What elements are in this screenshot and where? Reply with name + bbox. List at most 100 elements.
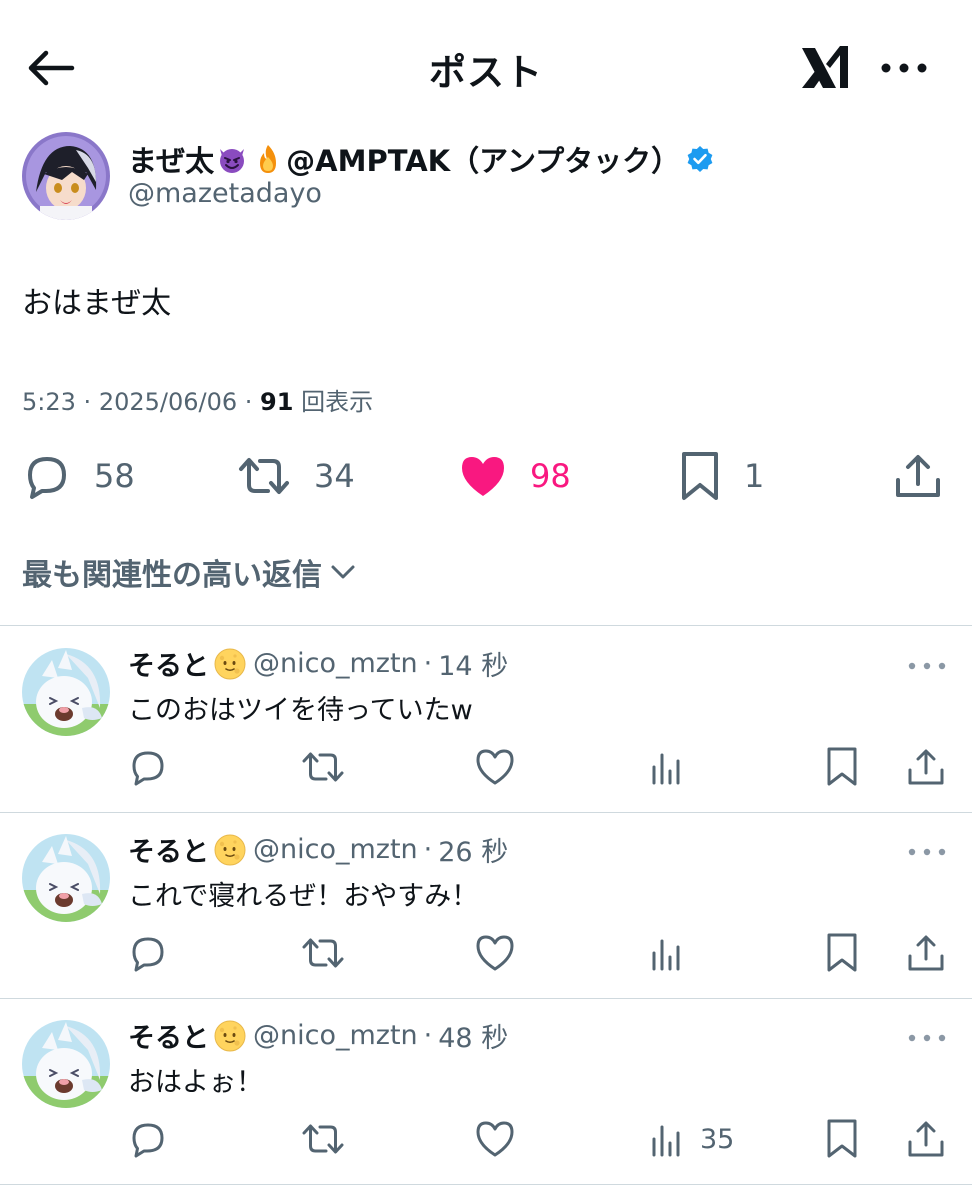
share-icon [906, 746, 946, 788]
reply-header: そると @nico_mztn · 26 秒 [128, 830, 508, 869]
reply-author-name[interactable]: そると [128, 830, 209, 869]
heart-outline-icon [474, 933, 516, 973]
like-count: 98 [530, 457, 571, 495]
reply-views-button[interactable] [650, 932, 700, 974]
repost-icon [300, 933, 346, 973]
views-chart-icon [650, 1119, 686, 1159]
reply-more-icon[interactable] [904, 654, 950, 678]
reply-repost-button[interactable] [300, 746, 346, 788]
reply-more-icon[interactable] [904, 840, 950, 864]
reply-timestamp[interactable]: 48 秒 [438, 1016, 508, 1055]
reply-author-handle[interactable]: @nico_mztn [253, 1020, 418, 1051]
reply-avatar[interactable] [22, 834, 110, 922]
reply-header: そると @nico_mztn · 14 秒 [128, 644, 508, 683]
bookmark-button[interactable]: 1 [678, 448, 764, 504]
meta-separator: · [244, 388, 261, 416]
reply-item[interactable]: そると @nico_mztn · 26 秒 これで寝れるぜ！おやすみ！ [0, 812, 972, 998]
reply-timestamp[interactable]: 14 秒 [438, 644, 508, 683]
reply-count: 58 [94, 457, 135, 495]
reply-dot-separator: · [423, 1020, 433, 1051]
repost-count: 34 [314, 457, 355, 495]
reply-views-button[interactable] [650, 746, 700, 788]
reply-bookmark-button[interactable] [824, 932, 860, 974]
heart-outline-icon [474, 1119, 516, 1159]
views-count: 91 [260, 388, 294, 416]
reply-like-button[interactable] [474, 932, 516, 974]
sort-label: 最も関連性の高い返信 [22, 558, 322, 593]
reply-author-handle[interactable]: @nico_mztn [253, 648, 418, 679]
repost-button[interactable]: 34 [236, 448, 355, 504]
verified-badge-icon [686, 145, 714, 173]
reply-bookmark-button[interactable] [824, 1118, 860, 1160]
reply-text: このおはツイを待っていたw [128, 695, 473, 726]
post-meta: 5:23 · 2025/06/06 · 91 回表示 [22, 382, 373, 417]
reply-dot-separator: · [423, 648, 433, 679]
bookmark-count: 1 [744, 457, 765, 495]
reply-actions [0, 924, 972, 980]
grok-icon[interactable] [796, 38, 854, 96]
moon-face-emoji-icon [213, 1019, 247, 1053]
like-button[interactable]: 98 [458, 448, 571, 504]
reply-like-button[interactable] [474, 1118, 516, 1160]
reply-author-name[interactable]: そると [128, 644, 209, 683]
chevron-down-icon [322, 557, 358, 587]
moon-face-emoji-icon [213, 833, 247, 867]
reply-item[interactable]: そると @nico_mztn · 48 秒 おはよぉ！ 35 [0, 998, 972, 1184]
reply-like-button[interactable] [474, 746, 516, 788]
post-text: おはまぜ太 [22, 286, 172, 321]
reply-button[interactable]: 58 [22, 448, 135, 504]
repost-icon [236, 451, 292, 501]
reply-more-icon[interactable] [904, 1026, 950, 1050]
divider [0, 1184, 972, 1185]
reply-text: これで寝れるぜ！おやすみ！ [128, 881, 479, 912]
more-options-icon[interactable] [876, 50, 932, 86]
reply-icon [128, 747, 168, 787]
reply-views-button[interactable]: 35 [650, 1118, 734, 1160]
reply-icon [128, 933, 168, 973]
reply-share-button[interactable] [906, 932, 946, 974]
reply-author-handle[interactable]: @nico_mztn [253, 834, 418, 865]
reply-bookmark-button[interactable] [824, 746, 860, 788]
reply-views-count: 35 [700, 1123, 735, 1155]
reply-avatar[interactable] [22, 1020, 110, 1108]
views-chart-icon [650, 933, 686, 973]
bookmark-icon [824, 746, 860, 788]
post-time: 5:23 [22, 388, 76, 416]
author-avatar[interactable] [22, 132, 110, 220]
reply-icon [22, 451, 72, 501]
reply-text: おはよぉ！ [128, 1067, 263, 1098]
reply-reply-button[interactable] [128, 1118, 168, 1160]
heart-outline-icon [474, 747, 516, 787]
meta-separator: · [83, 388, 99, 416]
share-icon [906, 932, 946, 974]
bookmark-icon [824, 932, 860, 974]
reply-share-button[interactable] [906, 1118, 946, 1160]
reply-repost-button[interactable] [300, 1118, 346, 1160]
reply-avatar[interactable] [22, 648, 110, 736]
reply-reply-button[interactable] [128, 746, 168, 788]
share-icon [892, 450, 944, 502]
post-date: 2025/06/06 [98, 388, 238, 416]
reply-header: そると @nico_mztn · 48 秒 [128, 1016, 508, 1055]
reply-sort-dropdown[interactable]: 最も関連性の高い返信 [22, 550, 358, 594]
reply-reply-button[interactable] [128, 932, 168, 974]
smiling-imp-emoji-icon [216, 143, 248, 175]
reply-item[interactable]: そると @nico_mztn · 14 秒 このおはツイを待っていたw [0, 626, 972, 812]
heart-filled-icon [458, 452, 508, 500]
repost-icon [300, 1119, 346, 1159]
share-button[interactable] [892, 448, 944, 504]
views-label: 回表示 [301, 388, 374, 416]
display-name-suffix: @AMPTAK（アンプタック） [286, 144, 681, 178]
author-handle[interactable]: @mazetadayo [128, 178, 322, 209]
reply-repost-button[interactable] [300, 932, 346, 974]
reply-author-name[interactable]: そると [128, 1016, 209, 1055]
reply-share-button[interactable] [906, 746, 946, 788]
share-icon [906, 1118, 946, 1160]
reply-timestamp[interactable]: 26 秒 [438, 830, 508, 869]
repost-icon [300, 747, 346, 787]
views-chart-icon [650, 747, 686, 787]
moon-face-emoji-icon [213, 647, 247, 681]
author-display-name[interactable]: まぜ太 @AMPTAK（アンプタック） [128, 138, 714, 180]
reply-dot-separator: · [423, 834, 433, 865]
reply-actions [0, 738, 972, 794]
